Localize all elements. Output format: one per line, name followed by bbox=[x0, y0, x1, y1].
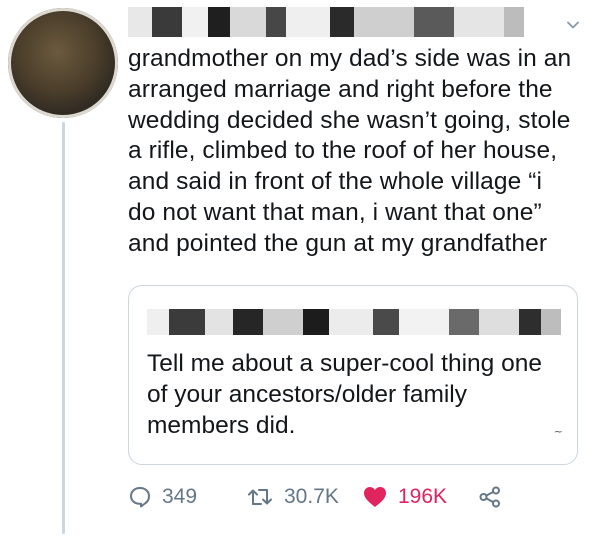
retweet-icon bbox=[248, 489, 272, 505]
share-icon bbox=[479, 486, 500, 508]
quoted-text-line: Tell me about a super-cool thing one bbox=[147, 350, 542, 377]
tweet-text-line: arranged marriage and right before the bbox=[128, 75, 553, 103]
like-button[interactable]: 196K bbox=[362, 485, 478, 509]
thread-line bbox=[62, 122, 65, 534]
tweet-text: grandmother on my dad’s side was in an a… bbox=[128, 44, 588, 260]
tweet-text-line: and said in front of the whole village “… bbox=[128, 168, 543, 196]
tweet-text-line: a rifle, climbed to the roof of her hous… bbox=[128, 137, 558, 165]
retweet-count: 30.7K bbox=[284, 485, 339, 508]
heart-icon bbox=[364, 487, 386, 507]
quoted-tweet-text: Tell me about a super-cool thing one of … bbox=[147, 348, 557, 441]
tweet-text-line: grandmother on my dad’s side was in an bbox=[128, 45, 572, 72]
tweet-text-line: wedding decided she wasn’t going, stole bbox=[128, 106, 571, 134]
retweet-button[interactable]: 30.7K bbox=[246, 485, 362, 509]
author-name-censored[interactable] bbox=[128, 2, 528, 42]
quoted-text-line: of your ancestors/older family bbox=[147, 381, 467, 408]
quoted-author-name-censored bbox=[147, 300, 567, 344]
like-count: 196K bbox=[398, 485, 448, 508]
share-button[interactable] bbox=[478, 485, 502, 509]
quoted-text-line: members did. bbox=[147, 412, 296, 439]
watermark-scribble: ~ bbox=[553, 425, 563, 438]
tweet-actions: 349 30.7K 196K bbox=[128, 482, 588, 512]
reply-button[interactable]: 349 bbox=[128, 485, 246, 509]
reply-count: 349 bbox=[162, 485, 198, 508]
quoted-tweet-card[interactable]: Tell me about a super-cool thing one of … bbox=[128, 285, 578, 465]
avatar[interactable] bbox=[8, 8, 118, 118]
tweet-text-line: and pointed the gun at my grandfather bbox=[128, 229, 548, 257]
reply-icon bbox=[130, 487, 150, 508]
tweet-text-line: do not want that man, i want that one” bbox=[128, 198, 542, 226]
chevron-down-icon[interactable] bbox=[566, 18, 580, 32]
